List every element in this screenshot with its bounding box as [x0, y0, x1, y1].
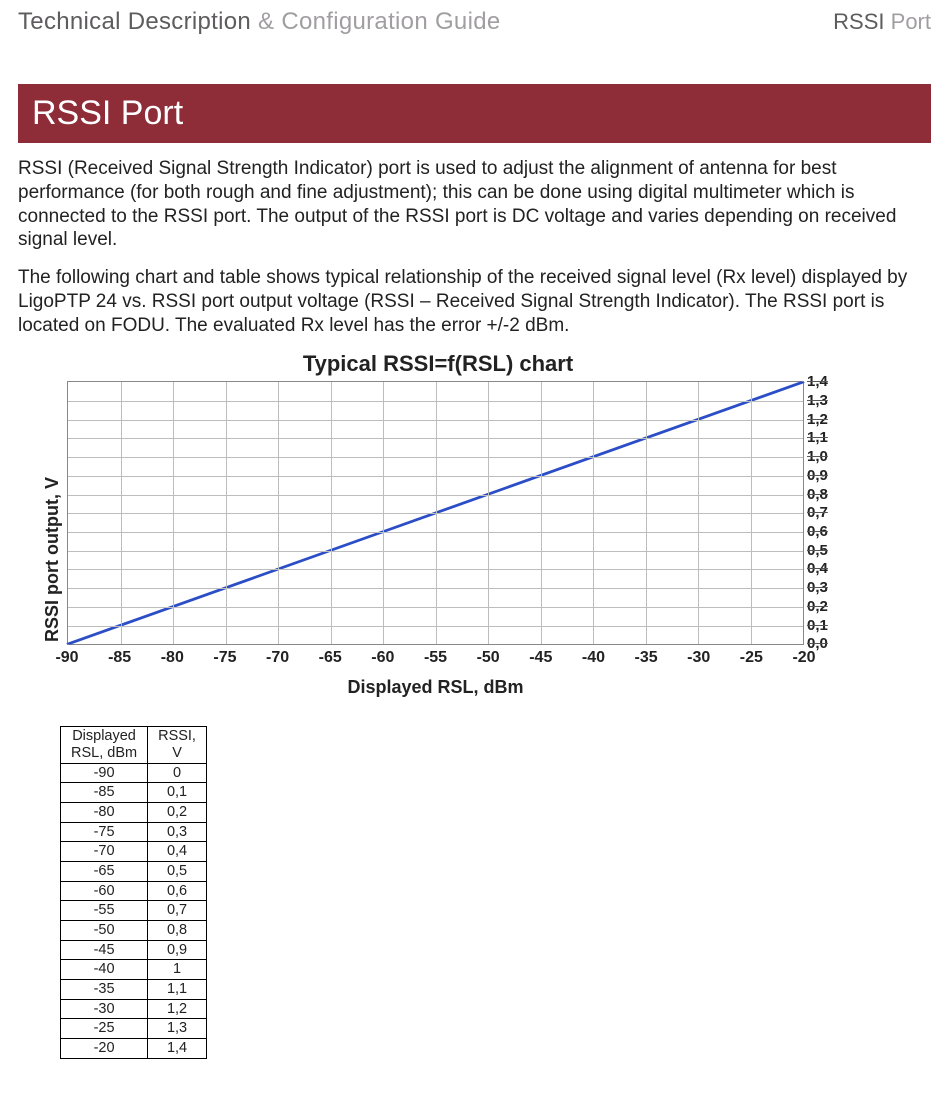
table-row: -301,2	[61, 999, 207, 1019]
chart-ytick: 0,6	[807, 524, 828, 539]
chart-title: Typical RSSI=f(RSL) chart	[38, 351, 838, 377]
chart-xtick: -25	[740, 649, 763, 667]
cell-rsl: -70	[61, 842, 148, 862]
cell-rsl: -50	[61, 920, 148, 940]
cell-rsl: -45	[61, 940, 148, 960]
chart-xtick: -70	[266, 649, 289, 667]
cell-rsl: -20	[61, 1039, 148, 1059]
cell-rsl: -35	[61, 979, 148, 999]
cell-rssi: 1,2	[148, 999, 207, 1019]
chart-xtick: -85	[108, 649, 131, 667]
cell-rsl: -60	[61, 881, 148, 901]
chart-xtick: -45	[529, 649, 552, 667]
cell-rsl: -55	[61, 901, 148, 921]
chart-xtick: -55	[424, 649, 447, 667]
chart-xtick: -60	[371, 649, 394, 667]
cell-rssi: 0,1	[148, 783, 207, 803]
chart-xtick: -20	[792, 649, 815, 667]
paragraph-1: RSSI (Received Signal Strength Indicator…	[18, 157, 931, 252]
chart-xticks: -90-85-80-75-70-65-60-55-50-45-40-35-30-…	[67, 645, 804, 669]
rssi-table: Displayed RSL, dBm RSSI, V -900-850,1-80…	[60, 726, 207, 1058]
table-row: -450,9	[61, 940, 207, 960]
table-row: -700,4	[61, 842, 207, 862]
cell-rssi: 1,3	[148, 1019, 207, 1039]
chart-ytick: 0,5	[807, 543, 828, 558]
table-row: -600,6	[61, 881, 207, 901]
chart-xtick: -75	[213, 649, 236, 667]
chart-ytick: 0,4	[807, 561, 828, 576]
cell-rssi: 0	[148, 763, 207, 783]
header-right: RSSI Port	[833, 9, 931, 35]
chart-ytick: 0,1	[807, 618, 828, 633]
table-row: -351,1	[61, 979, 207, 999]
table-row: -800,2	[61, 802, 207, 822]
cell-rsl: -90	[61, 763, 148, 783]
table-body: -900-850,1-800,2-750,3-700,4-650,5-600,6…	[61, 763, 207, 1058]
table-row: -401	[61, 960, 207, 980]
cell-rsl: -80	[61, 802, 148, 822]
chart-ytick: 1,0	[807, 449, 828, 464]
chart-ytick: 0,9	[807, 468, 828, 483]
header-left: Technical Description & Configuration Gu…	[18, 8, 501, 36]
cell-rssi: 0,3	[148, 822, 207, 842]
page-header: Technical Description & Configuration Gu…	[18, 8, 931, 36]
cell-rssi: 0,7	[148, 901, 207, 921]
paragraph-2: The following chart and table shows typi…	[18, 266, 931, 337]
chart-xtick: -65	[319, 649, 342, 667]
cell-rssi: 0,2	[148, 802, 207, 822]
header-right-strong: RSSI	[833, 9, 890, 34]
section-title: RSSI Port	[18, 84, 931, 143]
table-row: -251,3	[61, 1019, 207, 1039]
chart-xtick: -40	[582, 649, 605, 667]
header-left-light: & Configuration Guide	[251, 8, 500, 35]
table-row: -900	[61, 763, 207, 783]
cell-rssi: 1,1	[148, 979, 207, 999]
cell-rssi: 0,5	[148, 861, 207, 881]
table-header-rsl: Displayed RSL, dBm	[61, 727, 148, 763]
header-left-strong: Technical Description	[18, 8, 251, 35]
header-right-light: Port	[891, 9, 931, 34]
chart-ytick: 0,7	[807, 505, 828, 520]
chart-xtick: -35	[635, 649, 658, 667]
cell-rsl: -30	[61, 999, 148, 1019]
chart-xlabel: Displayed RSL, dBm	[67, 677, 804, 698]
table-row: -750,3	[61, 822, 207, 842]
chart-ytick: 1,2	[807, 412, 828, 427]
chart-ytick: 0,2	[807, 599, 828, 614]
chart-xtick: -30	[687, 649, 710, 667]
cell-rssi: 1	[148, 960, 207, 980]
chart-xtick: -80	[161, 649, 184, 667]
table-row: -550,7	[61, 901, 207, 921]
chart-xtick: -50	[477, 649, 500, 667]
cell-rsl: -40	[61, 960, 148, 980]
chart-ytick: 0,8	[807, 487, 828, 502]
cell-rssi: 0,4	[148, 842, 207, 862]
chart-ytick: 1,3	[807, 393, 828, 408]
chart-ytick: 0,3	[807, 580, 828, 595]
chart-plot-area: 0,00,10,20,30,40,50,60,70,80,91,01,11,21…	[67, 381, 804, 645]
cell-rssi: 0,6	[148, 881, 207, 901]
table-header-row: Displayed RSL, dBm RSSI, V	[61, 727, 207, 763]
cell-rsl: -25	[61, 1019, 148, 1039]
cell-rsl: -75	[61, 822, 148, 842]
chart-xtick: -90	[55, 649, 78, 667]
table-header-rssi: RSSI, V	[148, 727, 207, 763]
table-row: -850,1	[61, 783, 207, 803]
table-row: -650,5	[61, 861, 207, 881]
chart-ytick: 1,4	[807, 374, 828, 389]
cell-rssi: 0,8	[148, 920, 207, 940]
rssi-chart: Typical RSSI=f(RSL) chart RSSI port outp…	[18, 351, 931, 698]
cell-rssi: 0,9	[148, 940, 207, 960]
cell-rssi: 1,4	[148, 1039, 207, 1059]
cell-rsl: -65	[61, 861, 148, 881]
cell-rsl: -85	[61, 783, 148, 803]
table-row: -201,4	[61, 1039, 207, 1059]
table-row: -500,8	[61, 920, 207, 940]
chart-ytick: 1,1	[807, 430, 828, 445]
